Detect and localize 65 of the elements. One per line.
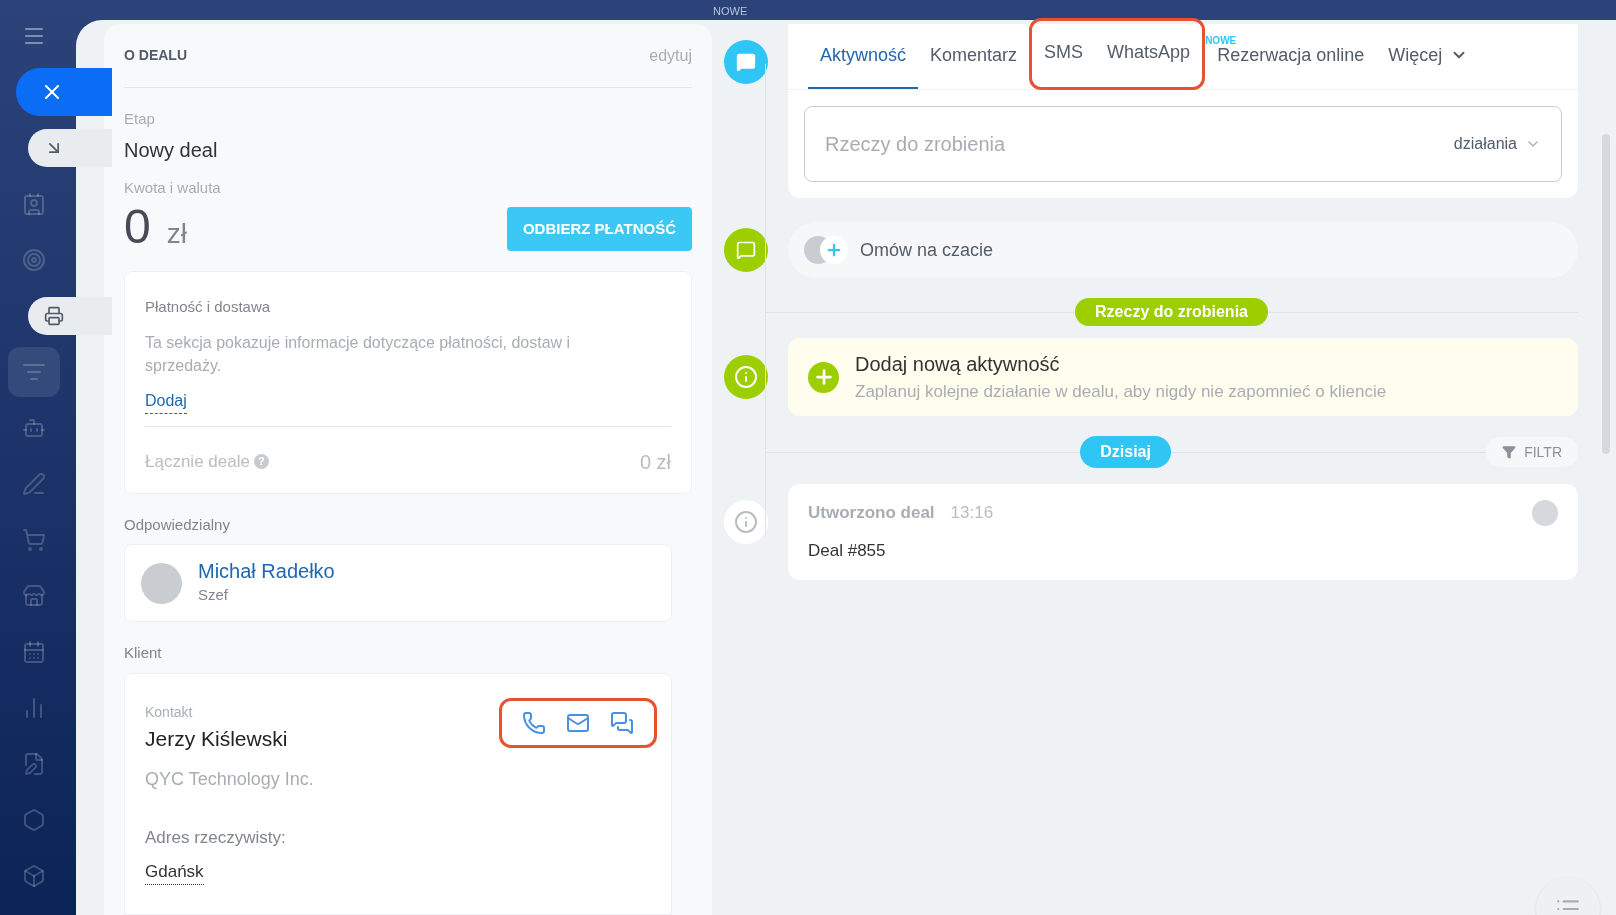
field-label: Kwota i waluta	[124, 177, 222, 198]
card-title: Płatność i dostawa	[145, 297, 272, 317]
new-activity-card[interactable]: Dodaj nową aktywność Zaplanuj kolejne działanie w dealu, aby nigdy nie zapomnieć o kliencie	[788, 338, 1578, 416]
field-label: Etap	[124, 109, 156, 129]
contact-name[interactable]: Jerzy Kiślewski	[145, 722, 288, 754]
scrollbar-thumb[interactable]	[1602, 134, 1610, 454]
tab[interactable]: Więcej	[1376, 23, 1481, 89]
info-icon	[724, 500, 768, 544]
phone-icon[interactable]	[522, 710, 546, 735]
add-link[interactable]: Dodaj	[145, 388, 187, 414]
entry-time: 13:16	[950, 502, 994, 525]
add-icon[interactable]	[808, 361, 839, 393]
total-label: Łącznie deale	[145, 450, 250, 473]
description-text: Ta sekcja pokazuje informacje dotyczące płatności, dostaw i sprzedaży.	[145, 332, 572, 376]
todo-input-field[interactable]: Rzeczy do zrobienia działania	[804, 106, 1562, 182]
date-divider-label: Dzisiaj	[1080, 436, 1171, 468]
currency: zł	[166, 217, 187, 251]
section-title: O DEALU	[124, 46, 187, 65]
close-button[interactable]	[16, 68, 112, 116]
sidebar-item[interactable]	[8, 347, 60, 397]
section-divider-label: Rzeczy do zrobienia	[1075, 298, 1268, 326]
tab[interactable]: SMS	[1032, 20, 1096, 87]
calendar-icon	[22, 640, 46, 664]
printer-icon	[44, 306, 64, 326]
company-name: QYC Technology Inc.	[145, 768, 315, 791]
stage-value: Nowy deal	[124, 137, 219, 163]
person-role: Szef	[198, 585, 229, 606]
field-label: Adres rzeczywisty:	[145, 827, 287, 849]
box-icon	[22, 864, 46, 888]
amount-value: 0	[124, 203, 151, 251]
field-label: Odpowiedzialny	[124, 514, 231, 535]
store-icon	[22, 584, 46, 608]
pen-icon	[22, 472, 46, 496]
avatar	[1532, 500, 1558, 526]
arrow-button[interactable]	[28, 129, 112, 167]
actions-dropdown[interactable]: działania	[1453, 132, 1541, 156]
total-value: 0 zł	[639, 449, 671, 475]
new-label: NOWE	[1205, 34, 1237, 48]
card-title: Dodaj nową aktywność	[855, 352, 1061, 378]
filter-icon	[1502, 445, 1517, 459]
tab[interactable]: Komentarz	[918, 23, 1030, 89]
chat-icon[interactable]	[610, 710, 634, 735]
tab[interactable]: Aktywność	[808, 23, 919, 89]
chat-icon	[724, 228, 768, 272]
cart-icon	[22, 528, 46, 552]
hexagon-icon	[22, 808, 46, 832]
entry-text: Deal #855	[808, 540, 887, 562]
contact-card-icon	[22, 192, 46, 216]
document-edit-icon	[22, 752, 46, 776]
new-label: NOWE	[713, 6, 748, 17]
chat-button[interactable]: Omów na czacie	[788, 222, 1578, 278]
comment-icon	[724, 40, 768, 84]
tab[interactable]: WhatsApp	[1095, 20, 1203, 87]
info-icon	[724, 355, 768, 399]
avatar	[141, 562, 182, 604]
entry-title: Utworzono deal	[808, 502, 935, 525]
robot-icon	[22, 416, 46, 440]
field-label: Klient	[124, 643, 163, 663]
field-label: Kontakt	[145, 702, 194, 722]
address-link[interactable]: Gdańsk	[145, 858, 204, 885]
card-description: Zaplanuj kolejne działanie w dealu, aby nigdy nie zapomnieć o kliencie	[855, 381, 1387, 404]
person-link[interactable]: Michał Radełko	[198, 559, 335, 585]
target-icon	[22, 248, 46, 272]
print-button[interactable]	[28, 297, 112, 335]
plus-icon	[820, 236, 848, 264]
